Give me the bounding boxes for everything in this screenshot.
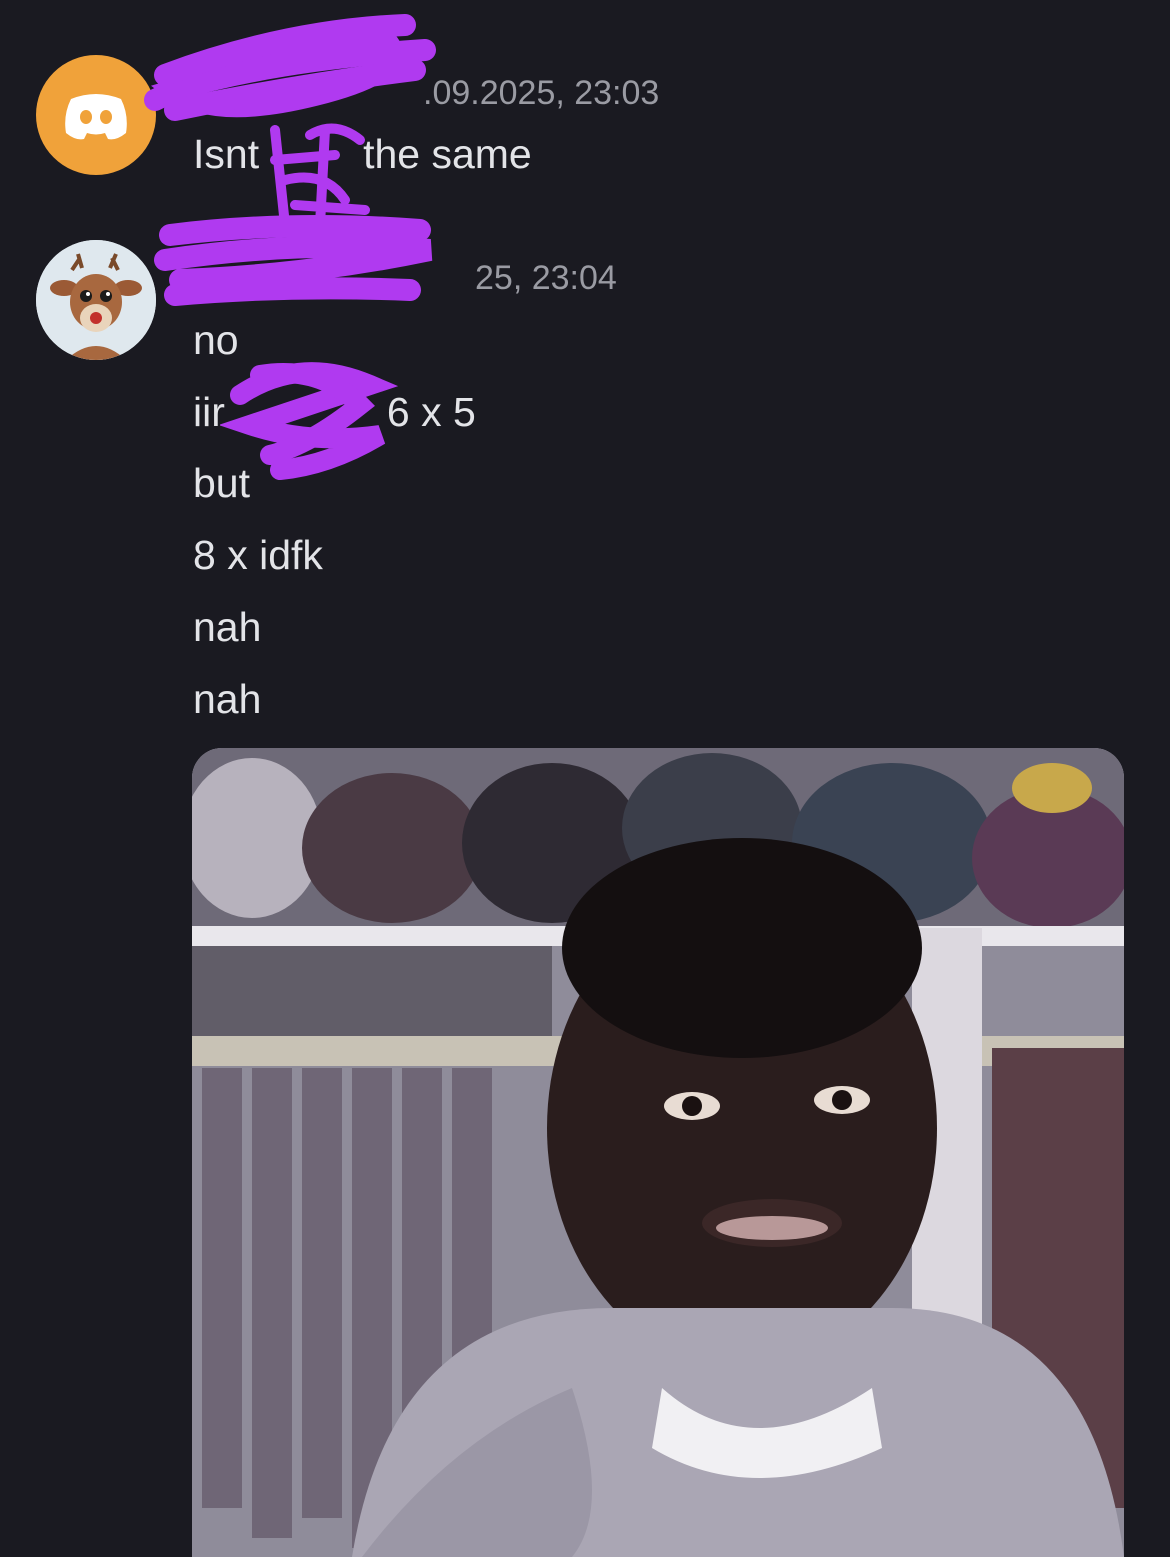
user-avatar-2[interactable] — [36, 240, 156, 360]
message-text-part: 6 x 5 — [386, 389, 476, 435]
timestamp: 25, 23:04 — [475, 259, 617, 297]
message-line: iir 6 x 5 — [193, 392, 476, 433]
reaction-photo — [192, 748, 1124, 1557]
deer-avatar-icon — [36, 240, 156, 360]
message-line: but — [193, 460, 250, 506]
message-line: nah — [193, 604, 262, 650]
message-text-part: iir — [193, 389, 225, 435]
message-2: 25, 23:04 no iir 6 x 5 but 8 x idfk nah n… — [0, 0, 1170, 740]
message-line: 8 x idfk — [193, 532, 323, 578]
message-line: nah — [193, 676, 262, 722]
image-attachment[interactable] — [192, 748, 1124, 1557]
message-header: 25, 23:04 — [193, 259, 617, 298]
message-line: no — [193, 317, 239, 363]
